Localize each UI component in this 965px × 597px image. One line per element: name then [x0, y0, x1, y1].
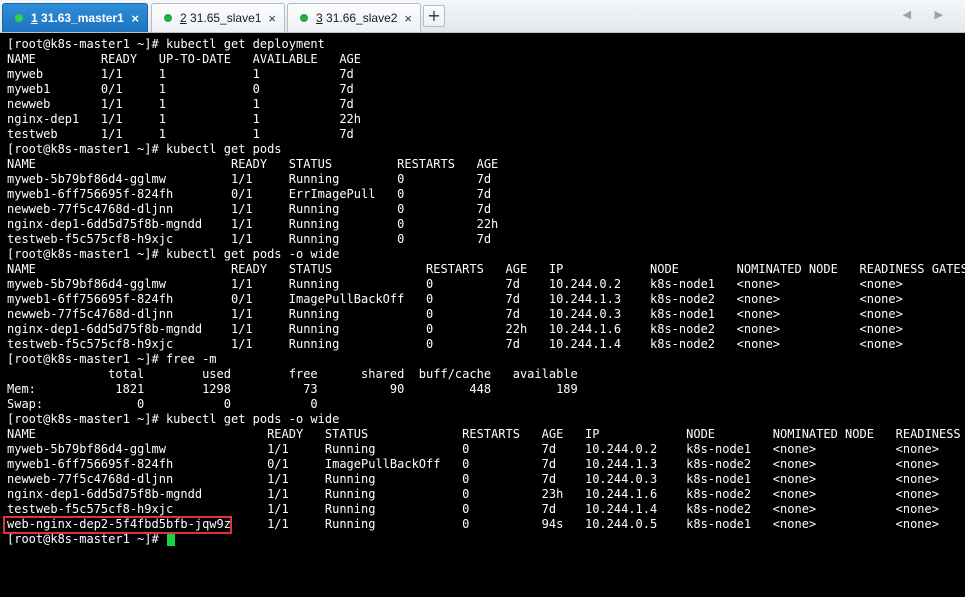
terminal-line: myweb1-6ff756695f-824fh 0/1 ImagePullBac…: [7, 292, 903, 306]
terminal-line: [root@k8s-master1 ~]# free -m: [7, 352, 217, 366]
connected-status-icon: [15, 14, 23, 22]
terminal-output[interactable]: [root@k8s-master1 ~]# kubectl get deploy…: [0, 33, 965, 597]
terminal-line: newweb 1/1 1 1 7d: [7, 97, 354, 111]
terminal-line: myweb1-6ff756695f-824fh 0/1 ImagePullBac…: [7, 457, 939, 471]
close-icon[interactable]: ×: [404, 12, 412, 25]
close-icon[interactable]: ×: [131, 12, 139, 25]
session-tab-slave2[interactable]: 3 31.66_slave2 ×: [287, 3, 421, 32]
terminal-line: [root@k8s-master1 ~]# kubectl get pods -…: [7, 412, 340, 426]
terminal-line: NAME READY STATUS RESTARTS AGE IP NODE N…: [7, 262, 965, 276]
connected-status-icon: [164, 14, 172, 22]
tab-scroll-arrows-icon[interactable]: ◀ ▶: [903, 8, 953, 21]
terminal-line: testweb-f5c575cf8-h9xjc 1/1 Running 0 7d…: [7, 337, 903, 351]
tab-label: 31.63_master1: [37, 11, 124, 25]
session-tab-slave1[interactable]: 2 31.65_slave1 ×: [151, 3, 285, 32]
session-tab-master1[interactable]: 1 31.63_master1 ×: [2, 3, 148, 32]
terminal-line: nginx-dep1-6dd5d75f8b-mgndd 1/1 Running …: [7, 217, 499, 231]
terminal-line: NAME READY STATUS RESTARTS AGE: [7, 157, 499, 171]
terminal-line: newweb-77f5c4768d-dljnn 1/1 Running 0 7d…: [7, 472, 939, 486]
add-tab-button[interactable]: +: [423, 5, 445, 27]
terminal-app: 1 31.63_master1 × 2 31.65_slave1 × 3 31.…: [0, 0, 965, 597]
command-prompt[interactable]: [root@k8s-master1 ~]#: [7, 532, 965, 547]
session-tab-bar: 1 31.63_master1 × 2 31.65_slave1 × 3 31.…: [0, 0, 965, 33]
terminal-line: web-nginx-dep2-5f4fbd5bfb-jqw9z 1/1 Runn…: [7, 517, 939, 531]
terminal-line: nginx-dep1 1/1 1 1 22h: [7, 112, 362, 126]
terminal-line: Swap: 0 0 0: [7, 397, 318, 411]
terminal-line: testweb 1/1 1 1 7d: [7, 127, 354, 141]
terminal-line: total used free shared buff/cache availa…: [7, 367, 578, 381]
terminal-line: NAME READY UP-TO-DATE AVAILABLE AGE: [7, 52, 362, 66]
close-icon[interactable]: ×: [268, 12, 276, 25]
tab-label: 31.65_slave1: [186, 11, 262, 25]
terminal-line: newweb-77f5c4768d-dljnn 1/1 Running 0 7d…: [7, 307, 903, 321]
terminal-line: [root@k8s-master1 ~]# kubectl get pods: [7, 142, 282, 156]
terminal-line: testweb-f5c575cf8-h9xjc 1/1 Running 0 7d…: [7, 502, 939, 516]
text-cursor: [166, 533, 175, 546]
terminal-line: [root@k8s-master1 ~]# kubectl get deploy…: [7, 37, 325, 51]
terminal-line: myweb1-6ff756695f-824fh 0/1 ErrImagePull…: [7, 187, 492, 201]
terminal-line: myweb 1/1 1 1 7d: [7, 67, 354, 81]
connected-status-icon: [300, 14, 308, 22]
terminal-line: testweb-f5c575cf8-h9xjc 1/1 Running 0 7d: [7, 232, 492, 246]
terminal-line: myweb-5b79bf86d4-gglmw 1/1 Running 0 7d …: [7, 277, 903, 291]
terminal-line: nginx-dep1-6dd5d75f8b-mgndd 1/1 Running …: [7, 322, 903, 336]
tab-label: 31.66_slave2: [322, 11, 398, 25]
terminal-line: NAME READY STATUS RESTARTS AGE IP NODE N…: [7, 427, 965, 441]
terminal-line: newweb-77f5c4768d-dljnn 1/1 Running 0 7d: [7, 202, 492, 216]
prompt-text: [root@k8s-master1 ~]#: [7, 532, 166, 546]
tab-index: 1: [31, 11, 38, 25]
tab-index: 2: [180, 11, 187, 25]
terminal-line: nginx-dep1-6dd5d75f8b-mgndd 1/1 Running …: [7, 487, 939, 501]
terminal-line: myweb-5b79bf86d4-gglmw 1/1 Running 0 7d …: [7, 442, 939, 456]
terminal-line: [root@k8s-master1 ~]# kubectl get pods -…: [7, 247, 340, 261]
terminal-line: Mem: 1821 1298 73 90 448 189: [7, 382, 578, 396]
terminal-lines: [root@k8s-master1 ~]# kubectl get deploy…: [7, 37, 965, 547]
terminal-line: myweb1 0/1 1 0 7d: [7, 82, 354, 96]
tab-index: 3: [316, 11, 323, 25]
terminal-line: myweb-5b79bf86d4-gglmw 1/1 Running 0 7d: [7, 172, 492, 186]
